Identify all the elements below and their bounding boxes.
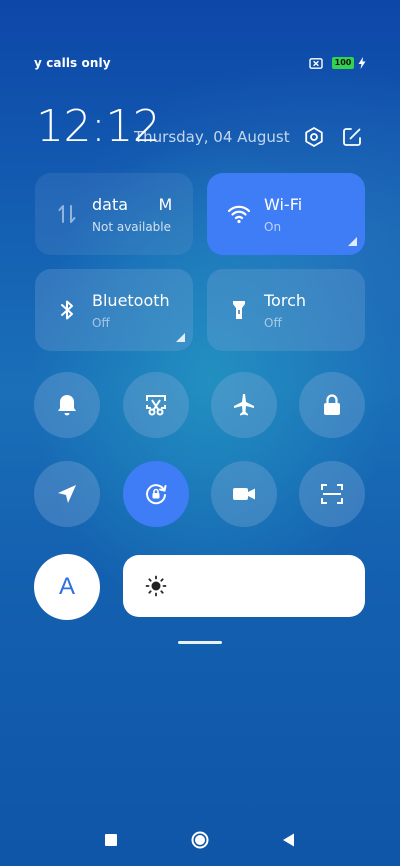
tile-mobile-data-subtitle: Not available [92,220,172,234]
toggle-screen-recorder[interactable] [211,461,277,527]
clock-date: Thursday, 04 August [134,128,290,146]
toggle-scanner[interactable] [299,461,365,527]
charging-icon [358,57,366,69]
navigation-bar [0,822,400,862]
auto-brightness-button[interactable]: A [34,554,100,620]
location-icon [58,485,76,503]
scan-icon [321,484,343,504]
auto-brightness-label: A [58,573,75,600]
settings-icon[interactable] [303,126,325,148]
rotation-lock-icon [146,484,167,505]
bluetooth-icon [61,300,73,320]
lock-icon [324,394,340,415]
tile-wifi-title: Wi-Fi [264,195,303,214]
toggle-lock-screen[interactable] [299,372,365,438]
tile-bluetooth-title: Bluetooth [92,291,170,310]
sun-icon [145,575,167,597]
bell-icon [58,395,76,416]
screenshot-icon [146,395,166,416]
home-circle-icon[interactable] [190,830,210,850]
brightness-slider[interactable] [123,555,365,617]
toggle-location[interactable] [34,461,100,527]
video-icon [233,488,255,500]
tile-bluetooth-subtitle: Off [92,316,110,330]
tile-bluetooth[interactable]: Bluetooth Off [35,269,193,351]
status-bar: y calls only 100 [0,52,400,76]
panel-handle[interactable] [178,641,222,644]
airplane-icon [234,394,254,416]
torch-icon [233,301,245,319]
no-sim-icon [309,58,323,69]
tile-mobile-data-title: data M [92,195,173,214]
tile-wifi-subtitle: On [264,220,282,234]
back-triangle-icon[interactable] [279,830,299,850]
tile-torch[interactable]: Torch Off [207,269,365,351]
tile-wifi[interactable]: Wi-Fi On [207,173,365,255]
battery-level: 100 [334,58,352,67]
tile-torch-title: Torch [264,291,307,310]
edit-icon[interactable] [341,126,363,148]
carrier-status-text: y calls only [34,56,111,70]
mobile-data-icon [58,205,76,223]
recents-square-icon[interactable] [101,830,121,850]
toggle-screenshot[interactable] [123,372,189,438]
expand-corner-icon[interactable] [348,237,357,246]
tile-mobile-data[interactable]: data M Not available [35,173,193,255]
toggle-airplane-mode[interactable] [211,372,277,438]
toggle-sound[interactable] [34,372,100,438]
expand-corner-icon[interactable] [176,333,185,342]
toggle-rotation-lock[interactable] [123,461,189,527]
tile-torch-subtitle: Off [264,316,282,330]
battery-icon: 100 [332,57,354,69]
wifi-icon [227,205,251,224]
